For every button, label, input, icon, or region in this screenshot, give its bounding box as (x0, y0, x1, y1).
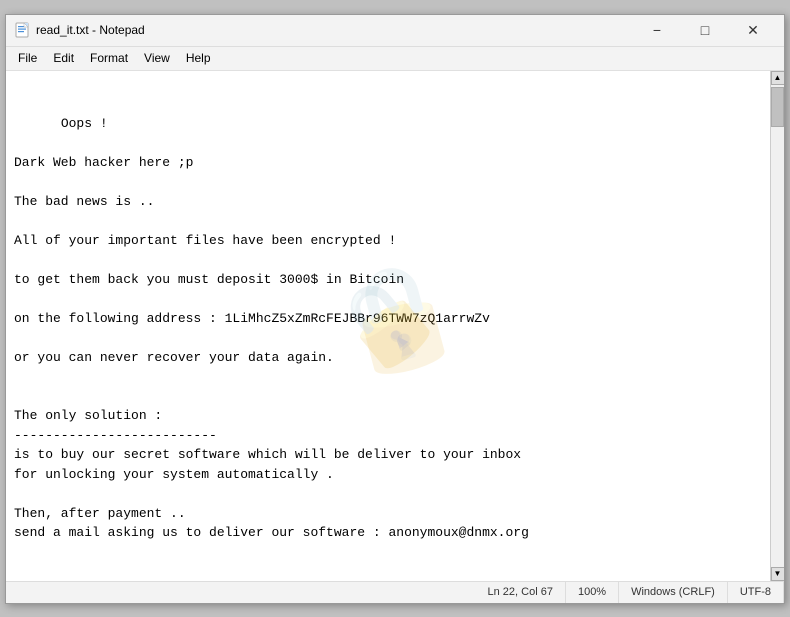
title-bar: read_it.txt - Notepad − □ ✕ (6, 15, 784, 47)
zoom-status: 100% (566, 582, 619, 603)
menu-bar: File Edit Format View Help (6, 47, 784, 71)
vertical-scrollbar[interactable]: ▲ ▼ (770, 71, 784, 581)
maximize-button[interactable]: □ (682, 14, 728, 46)
menu-format[interactable]: Format (82, 49, 136, 67)
line-col-status: Ln 22, Col 67 (476, 582, 566, 603)
scroll-up-button[interactable]: ▲ (771, 71, 785, 85)
menu-help[interactable]: Help (178, 49, 219, 67)
menu-view[interactable]: View (136, 49, 178, 67)
app-icon (14, 22, 30, 38)
close-button[interactable]: ✕ (730, 14, 776, 46)
content-area: 🔒 Oops ! Dark Web hacker here ;p The bad… (6, 71, 784, 581)
scroll-thumb[interactable] (771, 87, 784, 127)
editor-text: Oops ! Dark Web hacker here ;p The bad n… (14, 116, 529, 541)
notepad-window: read_it.txt - Notepad − □ ✕ File Edit Fo… (5, 14, 785, 604)
encoding-status: UTF-8 (728, 582, 784, 603)
menu-file[interactable]: File (10, 49, 45, 67)
scroll-down-button[interactable]: ▼ (771, 567, 785, 581)
text-editor[interactable]: 🔒 Oops ! Dark Web hacker here ;p The bad… (6, 71, 770, 581)
window-controls: − □ ✕ (634, 14, 776, 46)
menu-edit[interactable]: Edit (45, 49, 82, 67)
line-ending-status: Windows (CRLF) (619, 582, 728, 603)
window-title: read_it.txt - Notepad (36, 23, 634, 37)
minimize-button[interactable]: − (634, 14, 680, 46)
scroll-track[interactable] (771, 85, 784, 567)
status-bar: Ln 22, Col 67 100% Windows (CRLF) UTF-8 (6, 581, 784, 603)
